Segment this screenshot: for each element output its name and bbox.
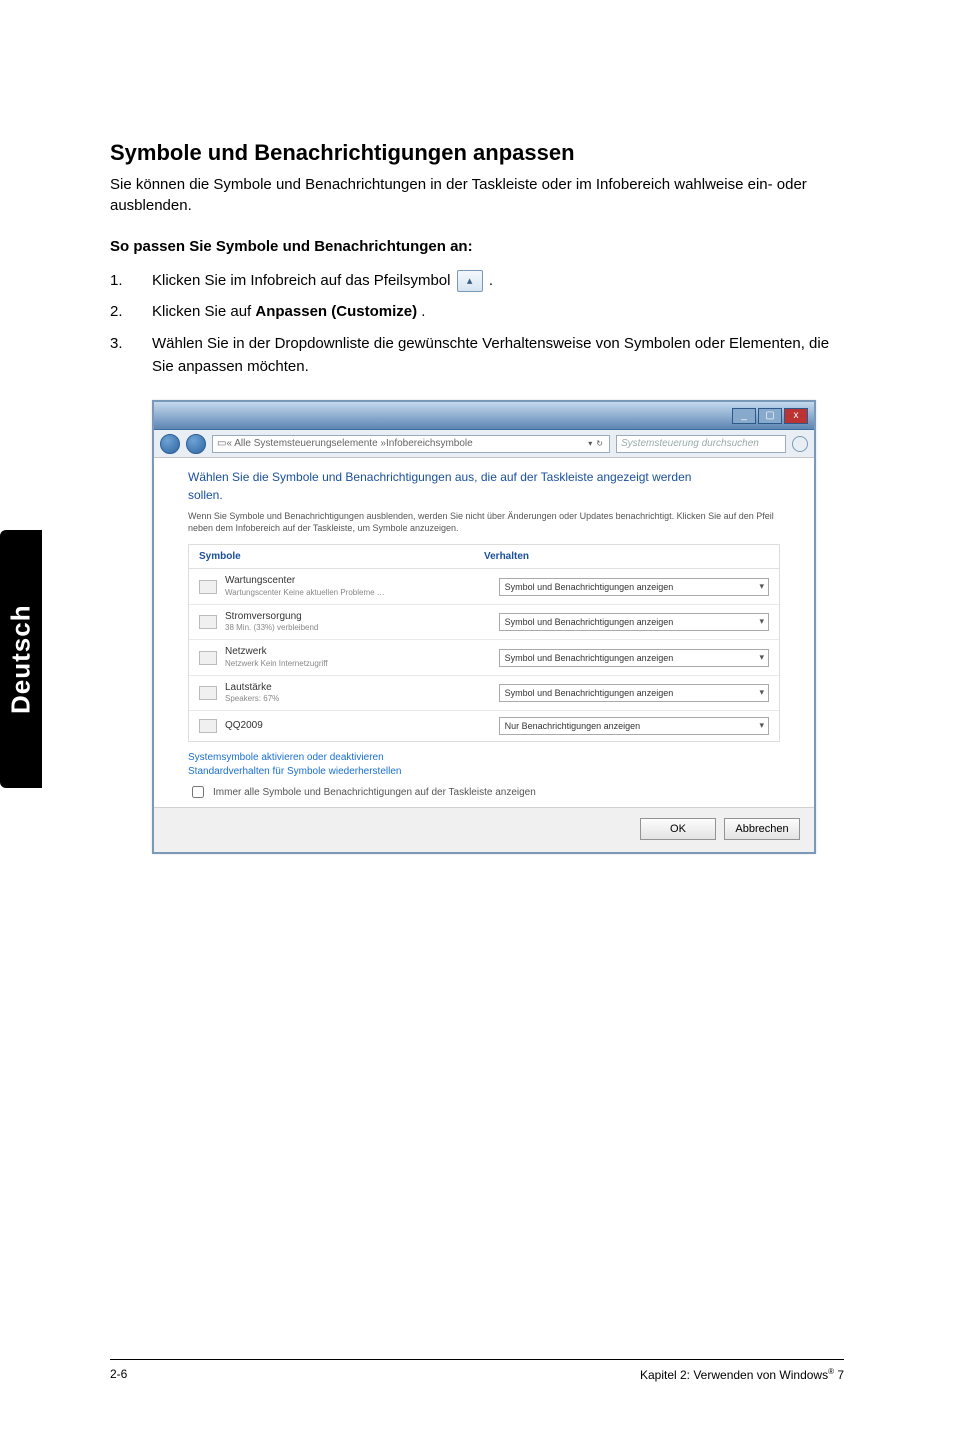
checkbox-input[interactable] — [192, 786, 204, 798]
footer-rule — [110, 1359, 844, 1360]
monitor-icon: ▭ — [217, 438, 226, 449]
table-row: QQ2009 Nur Benachrichtigungen anzeigen — [189, 711, 779, 741]
screenshot-window: _ ▢ x ▭ « Alle Systemsteuerungselemente … — [152, 400, 816, 854]
app-icon — [199, 719, 217, 733]
address-bar: ▭ « Alle Systemsteuerungselemente » Info… — [154, 430, 814, 458]
nav-forward-icon[interactable] — [186, 434, 206, 454]
links-block: Systemsymbole aktivieren oder deaktivier… — [188, 752, 780, 777]
table-row: WartungscenterWartungscenter Keine aktue… — [189, 569, 779, 605]
tray-arrow-icon — [457, 270, 483, 292]
table-row: LautstärkeSpeakers: 67% Symbol und Benac… — [189, 676, 779, 712]
language-tab: Deutsch — [0, 530, 42, 788]
always-show-checkbox[interactable]: Immer alle Symbole und Benachrichtigunge… — [188, 783, 780, 801]
close-button[interactable]: x — [784, 408, 808, 424]
behavior-select[interactable]: Nur Benachrichtigungen anzeigen — [499, 717, 769, 735]
page-number: 2-6 — [110, 1367, 127, 1382]
intro-text: Sie können die Symbole und Benachrichtun… — [110, 174, 844, 216]
link-system-icons[interactable]: Systemsymbole aktivieren oder deaktivier… — [188, 752, 780, 763]
cancel-button[interactable]: Abbrechen — [724, 818, 800, 840]
link-restore-defaults[interactable]: Standardverhalten für Symbole wiederhers… — [188, 766, 780, 777]
steps-list: 1. Klicken Sie im Infobreich auf das Pfe… — [110, 269, 844, 378]
minimize-button[interactable]: _ — [732, 408, 756, 424]
panel-title: Wählen Sie die Symbole und Benachrichtig… — [188, 470, 780, 484]
behavior-select[interactable]: Symbol und Benachrichtigungen anzeigen — [499, 684, 769, 702]
table-row: Stromversorgung38 Min. (33%) verbleibend… — [189, 605, 779, 641]
step-number: 3. — [110, 332, 152, 379]
ok-button[interactable]: OK — [640, 818, 716, 840]
behavior-select[interactable]: Symbol und Benachrichtigungen anzeigen — [499, 578, 769, 596]
step-text: Wählen Sie in der Dropdownliste die gewü… — [152, 332, 844, 379]
behavior-select[interactable]: Symbol und Benachrichtigungen anzeigen — [499, 613, 769, 631]
step-number: 1. — [110, 269, 152, 292]
step-text: Klicken Sie im Infobreich auf das Pfeils… — [152, 269, 493, 292]
chapter-label: Kapitel 2: Verwenden von Windows® 7 — [640, 1367, 844, 1382]
subheading: So passen Sie Symbole und Benachrichtung… — [110, 238, 844, 255]
column-symbols: Symbole — [199, 551, 484, 562]
column-behavior: Verhalten — [484, 551, 529, 562]
nav-back-icon[interactable] — [160, 434, 180, 454]
window-body: Wählen Sie die Symbole und Benachrichtig… — [154, 458, 814, 807]
step-text: Klicken Sie auf Anpassen (Customize) . — [152, 300, 425, 323]
search-icon[interactable] — [792, 436, 808, 452]
refresh-icon: ↻ — [596, 439, 603, 448]
breadcrumb-dropdown[interactable]: ▾ ↻ — [586, 439, 605, 448]
battery-icon — [199, 615, 217, 629]
maximize-button[interactable]: ▢ — [758, 408, 782, 424]
flag-icon — [199, 580, 217, 594]
dialog-button-row: OK Abbrechen — [154, 807, 814, 852]
panel-help-text: Wenn Sie Symbole und Benachrichtigungen … — [188, 510, 780, 534]
panel-title-2: sollen. — [188, 488, 780, 502]
behavior-select[interactable]: Symbol und Benachrichtigungen anzeigen — [499, 649, 769, 667]
page-footer: 2-6 Kapitel 2: Verwenden von Windows® 7 — [110, 1367, 844, 1382]
breadcrumb[interactable]: ▭ « Alle Systemsteuerungselemente » Info… — [212, 435, 610, 453]
icon-list: Symbole Verhalten WartungscenterWartungs… — [188, 544, 780, 742]
page-heading: Symbole und Benachrichtigungen anpassen — [110, 140, 844, 166]
search-input[interactable]: Systemsteuerung durchsuchen — [616, 435, 786, 453]
volume-icon — [199, 686, 217, 700]
window-titlebar: _ ▢ x — [154, 402, 814, 430]
network-icon — [199, 651, 217, 665]
table-row: NetzwerkNetzwerk Kein Internetzugriff Sy… — [189, 640, 779, 676]
step-number: 2. — [110, 300, 152, 323]
chevron-down-icon: ▾ — [588, 439, 592, 448]
